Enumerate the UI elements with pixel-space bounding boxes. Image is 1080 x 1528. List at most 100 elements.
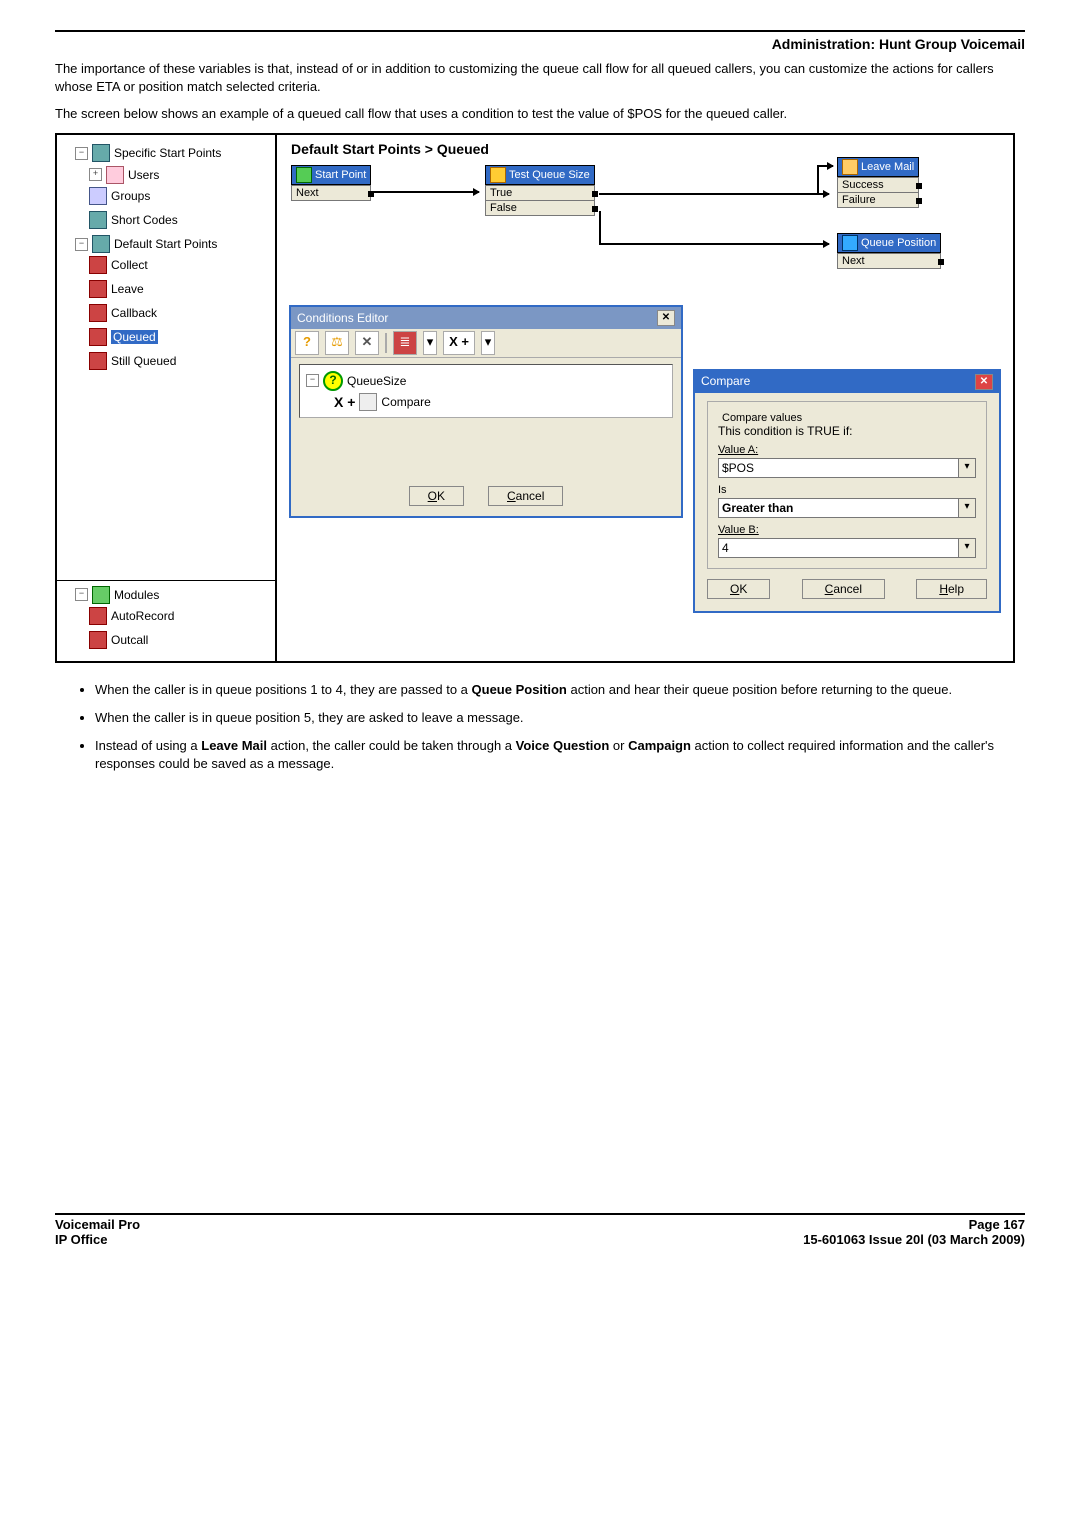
connector-line	[599, 211, 601, 245]
tree-label: Short Codes	[111, 213, 178, 227]
collapse-icon[interactable]: −	[306, 374, 319, 387]
toolbar-help-icon[interactable]: ?	[295, 331, 319, 355]
condition-node-compare[interactable]: X + Compare	[306, 393, 666, 411]
node-test-queue-size[interactable]: Test Queue Size True False	[485, 165, 595, 216]
tree-label: Leave	[111, 282, 144, 296]
tree-autorecord[interactable]: AutoRecord	[89, 607, 174, 625]
intro-para-1: The importance of these variables is tha…	[55, 60, 1025, 95]
toolbar-xplus-icon[interactable]: X +	[443, 331, 475, 355]
condition-text: This condition is TRUE if:	[718, 424, 976, 438]
modules-icon	[92, 586, 110, 604]
close-icon[interactable]: ✕	[975, 374, 993, 390]
output-false[interactable]: False	[485, 201, 595, 216]
tree-panel: − Specific Start Points + Users Groups	[57, 135, 277, 661]
tree-default[interactable]: − Default Start Points	[75, 235, 217, 253]
node-start-point[interactable]: Start Point Next	[291, 165, 371, 201]
tree-leave[interactable]: Leave	[89, 280, 144, 298]
output-true[interactable]: True	[485, 185, 595, 201]
output-label: Failure	[842, 194, 876, 206]
tree-label: Groups	[111, 189, 150, 203]
toolbar: ? ⚖ ✕ ≣ ▾ X + ▾	[291, 329, 681, 358]
help-button[interactable]: Help	[916, 579, 987, 599]
tree-queued[interactable]: Queued	[89, 328, 158, 346]
tree-specific[interactable]: − Specific Start Points	[75, 144, 221, 162]
is-label: Is	[718, 484, 976, 496]
users-icon	[106, 166, 124, 184]
node-title: Queue Position	[861, 237, 936, 249]
connector-pin[interactable]	[916, 198, 922, 204]
close-icon[interactable]: ✕	[657, 310, 675, 326]
bullet-item: When the caller is in queue position 5, …	[95, 709, 1025, 727]
cancel-button[interactable]: Cancel	[488, 486, 563, 506]
footer-page: Page 167	[969, 1217, 1025, 1232]
collapse-icon[interactable]: −	[75, 238, 88, 251]
value-b-input[interactable]	[718, 538, 959, 558]
window-title: Conditions Editor	[297, 311, 388, 325]
bullet-item: When the caller is in queue positions 1 …	[95, 681, 1025, 699]
callflow-canvas: Default Start Points > Queued Start Poin…	[277, 135, 1013, 661]
toolbar-separator	[385, 333, 387, 353]
ok-button[interactable]: OK	[409, 486, 464, 506]
cancel-button[interactable]: Cancel	[802, 579, 885, 599]
action-icon	[89, 304, 107, 322]
window-titlebar[interactable]: Conditions Editor ✕	[291, 307, 681, 329]
action-icon	[89, 352, 107, 370]
tree-label: Collect	[111, 258, 148, 272]
tree-stillqueued[interactable]: Still Queued	[89, 352, 176, 370]
output-label: True	[490, 187, 512, 199]
tree-groups[interactable]: Groups	[89, 187, 150, 205]
mail-icon	[842, 159, 858, 175]
value-a-input[interactable]	[718, 458, 959, 478]
toolbar-dropdown-icon[interactable]: ▾	[481, 331, 495, 355]
toolbar-balance-icon[interactable]: ⚖	[325, 331, 349, 355]
window-title: Compare	[701, 374, 750, 390]
node-leave-mail[interactable]: Leave Mail Success Failure	[837, 157, 919, 208]
toolbar-dropdown-icon[interactable]: ▾	[423, 331, 437, 355]
tree-label: Default Start Points	[114, 237, 217, 251]
output-failure[interactable]: Failure	[837, 193, 919, 208]
node-title: Test Queue Size	[509, 169, 590, 181]
action-icon	[89, 256, 107, 274]
comparator-input[interactable]	[718, 498, 959, 518]
output-next[interactable]: Next	[291, 185, 371, 201]
tree-label: Outcall	[111, 633, 148, 647]
dropdown-icon[interactable]: ▾	[959, 498, 976, 518]
condition-node-queuesize[interactable]: − ? QueueSize	[306, 371, 666, 391]
node-queue-position[interactable]: Queue Position Next	[837, 233, 941, 269]
bullet-item: Instead of using a Leave Mail action, th…	[95, 737, 1025, 773]
toolbar-delete-icon[interactable]: ✕	[355, 331, 379, 355]
action-icon	[89, 328, 107, 346]
tree-shortcodes[interactable]: Short Codes	[89, 211, 178, 229]
expand-icon[interactable]: +	[89, 168, 102, 181]
connector-pin[interactable]	[592, 206, 598, 212]
toolbar-list-icon[interactable]: ≣	[393, 331, 417, 355]
action-icon	[89, 280, 107, 298]
ok-button[interactable]: OK	[707, 579, 770, 599]
output-label: Success	[842, 179, 884, 191]
collapse-icon[interactable]: −	[75, 588, 88, 601]
connector-arrow	[817, 165, 833, 167]
tree-callback[interactable]: Callback	[89, 304, 157, 322]
value-b-label: Value B:	[718, 524, 976, 536]
dropdown-icon[interactable]: ▾	[959, 538, 976, 558]
window-titlebar[interactable]: Compare ✕	[695, 371, 999, 393]
tree-label: Still Queued	[111, 354, 176, 368]
action-icon	[89, 631, 107, 649]
tree-outcall[interactable]: Outcall	[89, 631, 148, 649]
condition-tree[interactable]: − ? QueueSize X + Compare	[299, 364, 673, 418]
connector-pin[interactable]	[592, 191, 598, 197]
connector-pin[interactable]	[938, 259, 944, 265]
connector-pin[interactable]	[916, 183, 922, 189]
intro-para-2: The screen below shows an example of a q…	[55, 105, 1025, 123]
tree-collect[interactable]: Collect	[89, 256, 148, 274]
collapse-icon[interactable]: −	[75, 147, 88, 160]
tree-users[interactable]: + Users	[89, 166, 159, 184]
output-success[interactable]: Success	[837, 177, 919, 193]
question-icon: ?	[323, 371, 343, 391]
condition-label: QueueSize	[347, 374, 406, 388]
compare-icon	[359, 393, 377, 411]
tree-modules[interactable]: − Modules	[75, 586, 159, 604]
dropdown-icon[interactable]: ▾	[959, 458, 976, 478]
footer-issue: 15-601063 Issue 20l (03 March 2009)	[803, 1232, 1025, 1247]
output-next[interactable]: Next	[837, 253, 941, 269]
